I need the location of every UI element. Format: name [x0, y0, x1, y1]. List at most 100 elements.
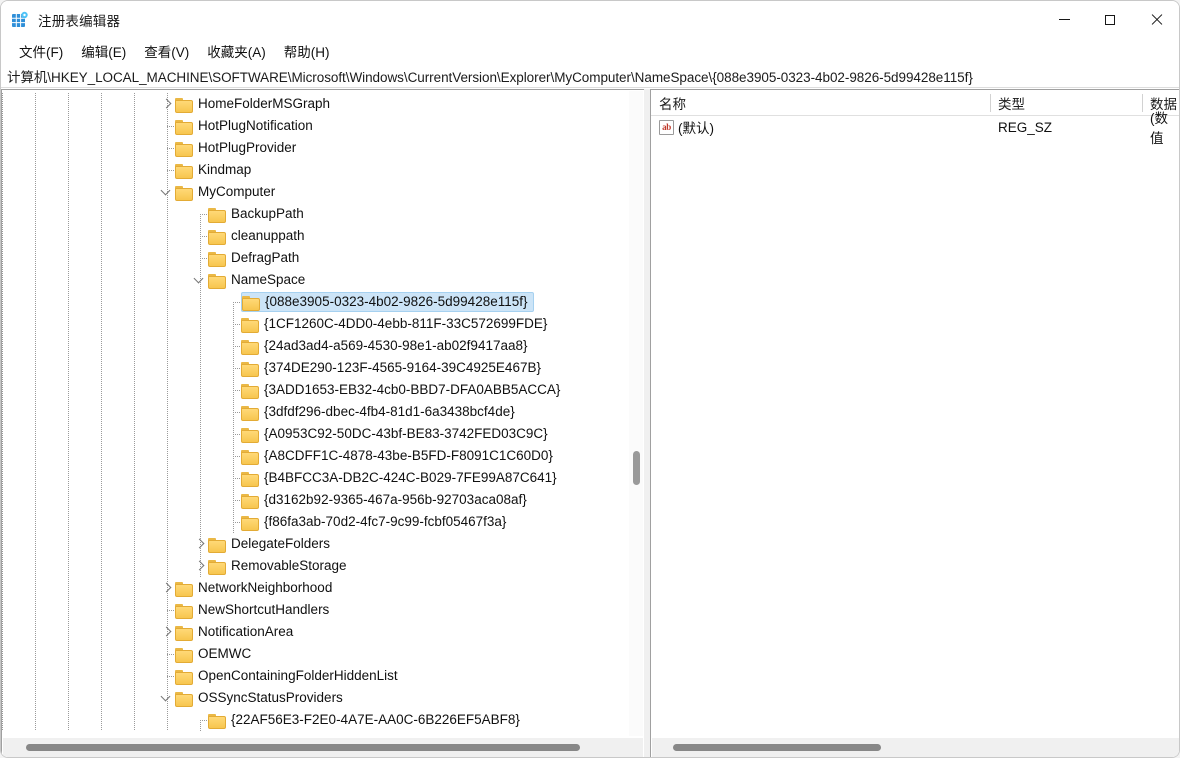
tree-indent-spacer — [159, 115, 175, 137]
value-name-label: (默认) — [678, 121, 714, 136]
tree-item-label: {22AF56E3-F2E0-4A7E-AA0C-6B226EF5ABF8} — [231, 712, 520, 727]
content-area: HomeFolderMSGraph HotPlugNotification HotP… — [1, 89, 1179, 757]
tree-item-label: NetworkNeighborhood — [198, 580, 333, 595]
tree-item[interactable]: HomeFolderMSGraph — [2, 93, 644, 115]
column-divider-type[interactable] — [990, 94, 991, 112]
tree-item[interactable]: {24ad3ad4-a569-4530-98e1-ab02f9417aa8} — [2, 335, 644, 357]
tree-item[interactable]: NameSpace — [2, 269, 644, 291]
tree-item[interactable]: OpenContainingFolderHiddenList — [2, 665, 644, 687]
tree-item-label: DelegateFolders — [231, 536, 331, 551]
folder-icon — [175, 691, 193, 707]
tree-item[interactable]: NewShortcutHandlers — [2, 599, 644, 621]
chevron-down-icon[interactable] — [159, 687, 175, 709]
value-name-cell: ab (默认) — [659, 117, 714, 137]
tree-item[interactable]: {088e3905-0323-4b02-9826-5d99428e115f} — [2, 291, 644, 313]
menu-help[interactable]: 帮助(H) — [275, 39, 339, 64]
tree-item-label: HotPlugProvider — [198, 140, 297, 155]
registry-path: 计算机\HKEY_LOCAL_MACHINE\SOFTWARE\Microsof… — [7, 69, 973, 85]
value-type-cell: REG_SZ — [998, 119, 1053, 135]
tree-item[interactable]: {374DE290-123F-4565-9164-39C4925E467B} — [2, 357, 644, 379]
tree-item[interactable]: BackupPath — [2, 203, 644, 225]
tree-item-label: {A0953C92-50DC-43bf-BE83-3742FED03C9C} — [264, 426, 548, 441]
tree-item[interactable]: HotPlugNotification — [2, 115, 644, 137]
tree-indent-spacer — [192, 247, 208, 269]
tree-item[interactable]: {f86fa3ab-70d2-4fc7-9c99-fcbf05467f3a} — [2, 511, 644, 533]
value-horizontal-scrollbar[interactable] — [652, 738, 1179, 757]
tree-item[interactable]: cleanuppath — [2, 225, 644, 247]
tree-item[interactable]: {3ADD1653-EB32-4cb0-BBD7-DFA0ABB5ACCA} — [2, 379, 644, 401]
tree-indent-spacer — [225, 357, 241, 379]
column-header-name[interactable]: 名称 — [651, 90, 998, 116]
tree-indent-spacer — [159, 665, 175, 687]
menu-file[interactable]: 文件(F) — [10, 39, 72, 64]
tree-item[interactable]: RemovableStorage — [2, 555, 644, 577]
tree-item-label: BackupPath — [231, 206, 304, 221]
tree-item-label: RemovableStorage — [231, 558, 347, 573]
chevron-right-icon[interactable] — [159, 577, 175, 599]
tree-item[interactable]: {1CF1260C-4DD0-4ebb-811F-33C572699FDE} — [2, 313, 644, 335]
tree-vertical-scroll-thumb[interactable] — [633, 451, 640, 485]
tree-indent-spacer — [192, 709, 208, 731]
folder-icon — [241, 361, 259, 377]
tree-indent-spacer — [225, 335, 241, 357]
chevron-down-icon[interactable] — [192, 269, 208, 291]
tree-item-label: {3ADD1653-EB32-4cb0-BBD7-DFA0ABB5ACCA} — [264, 382, 561, 397]
tree-item[interactable]: {22AF56E3-F2E0-4A7E-AA0C-6B226EF5ABF8} — [2, 709, 644, 731]
folder-icon — [175, 581, 193, 597]
menu-edit[interactable]: 编辑(E) — [72, 39, 135, 64]
folder-icon — [175, 185, 193, 201]
column-header-type[interactable]: 类型 — [990, 90, 1142, 116]
chevron-right-icon[interactable] — [159, 93, 175, 115]
tree-indent-spacer — [225, 511, 241, 533]
tree-item[interactable]: OSSyncStatusProviders — [2, 687, 644, 709]
menu-view[interactable]: 查看(V) — [135, 39, 198, 64]
tree-item[interactable]: OEMWC — [2, 643, 644, 665]
tree-indent-spacer — [225, 313, 241, 335]
tree-vertical-scrollbar[interactable] — [629, 91, 643, 736]
tree-item-label: {A8CDFF1C-4878-43be-B5FD-F8091C1C60D0} — [264, 448, 553, 463]
tree-item-label: {374DE290-123F-4565-9164-39C4925E467B} — [264, 360, 541, 375]
tree-item[interactable]: Kindmap — [2, 159, 644, 181]
tree-item[interactable]: NotificationArea — [2, 621, 644, 643]
folder-icon — [175, 603, 193, 619]
chevron-down-icon[interactable] — [159, 181, 175, 203]
tree-item-label: DefragPath — [231, 250, 300, 265]
maximize-button[interactable] — [1087, 1, 1133, 38]
tree-item[interactable]: DelegateFolders — [2, 533, 644, 555]
folder-icon — [175, 669, 193, 685]
chevron-right-icon[interactable] — [159, 621, 175, 643]
folder-icon — [241, 317, 259, 333]
menu-favorites[interactable]: 收藏夹(A) — [198, 39, 275, 64]
minimize-button[interactable] — [1041, 1, 1087, 38]
tree-indent-spacer — [159, 599, 175, 621]
folder-icon — [208, 713, 226, 729]
chevron-right-icon[interactable] — [192, 533, 208, 555]
tree-item[interactable]: {A8CDFF1C-4878-43be-B5FD-F8091C1C60D0} — [2, 445, 644, 467]
tree-indent-spacer — [225, 379, 241, 401]
value-row[interactable]: ab (默认) REG_SZ (数值 — [651, 111, 1179, 146]
folder-icon — [208, 207, 226, 223]
tree-item-label: {1CF1260C-4DD0-4ebb-811F-33C572699FDE} — [264, 316, 548, 331]
chevron-right-icon[interactable] — [192, 555, 208, 577]
tree-item[interactable]: {3dfdf296-dbec-4fb4-81d1-6a3438bcf4de} — [2, 401, 644, 423]
folder-icon — [242, 295, 260, 311]
close-button[interactable] — [1133, 1, 1179, 38]
tree-item[interactable]: HotPlugProvider — [2, 137, 644, 159]
tree-item[interactable]: {B4BFCC3A-DB2C-424C-B029-7FE99A87C641} — [2, 467, 644, 489]
column-divider-data[interactable] — [1142, 94, 1143, 112]
tree-horizontal-scroll-thumb[interactable] — [26, 744, 580, 751]
tree-indent-spacer — [225, 489, 241, 511]
tree-item-label: {d3162b92-9365-467a-956b-92703aca08af} — [264, 492, 527, 507]
tree-item[interactable]: {A0953C92-50DC-43bf-BE83-3742FED03C9C} — [2, 423, 644, 445]
tree-item-label: cleanuppath — [231, 228, 305, 243]
tree-item-label: Kindmap — [198, 162, 252, 177]
tree-item[interactable]: NetworkNeighborhood — [2, 577, 644, 599]
tree-item[interactable]: MyComputer — [2, 181, 644, 203]
folder-icon — [241, 339, 259, 355]
tree-indent-spacer — [225, 291, 241, 313]
address-bar[interactable]: 计算机\HKEY_LOCAL_MACHINE\SOFTWARE\Microsof… — [1, 64, 1179, 88]
tree-item[interactable]: DefragPath — [2, 247, 644, 269]
value-horizontal-scroll-thumb[interactable] — [673, 744, 881, 751]
tree-item[interactable]: {d3162b92-9365-467a-956b-92703aca08af} — [2, 489, 644, 511]
tree-horizontal-scrollbar[interactable] — [3, 738, 643, 757]
